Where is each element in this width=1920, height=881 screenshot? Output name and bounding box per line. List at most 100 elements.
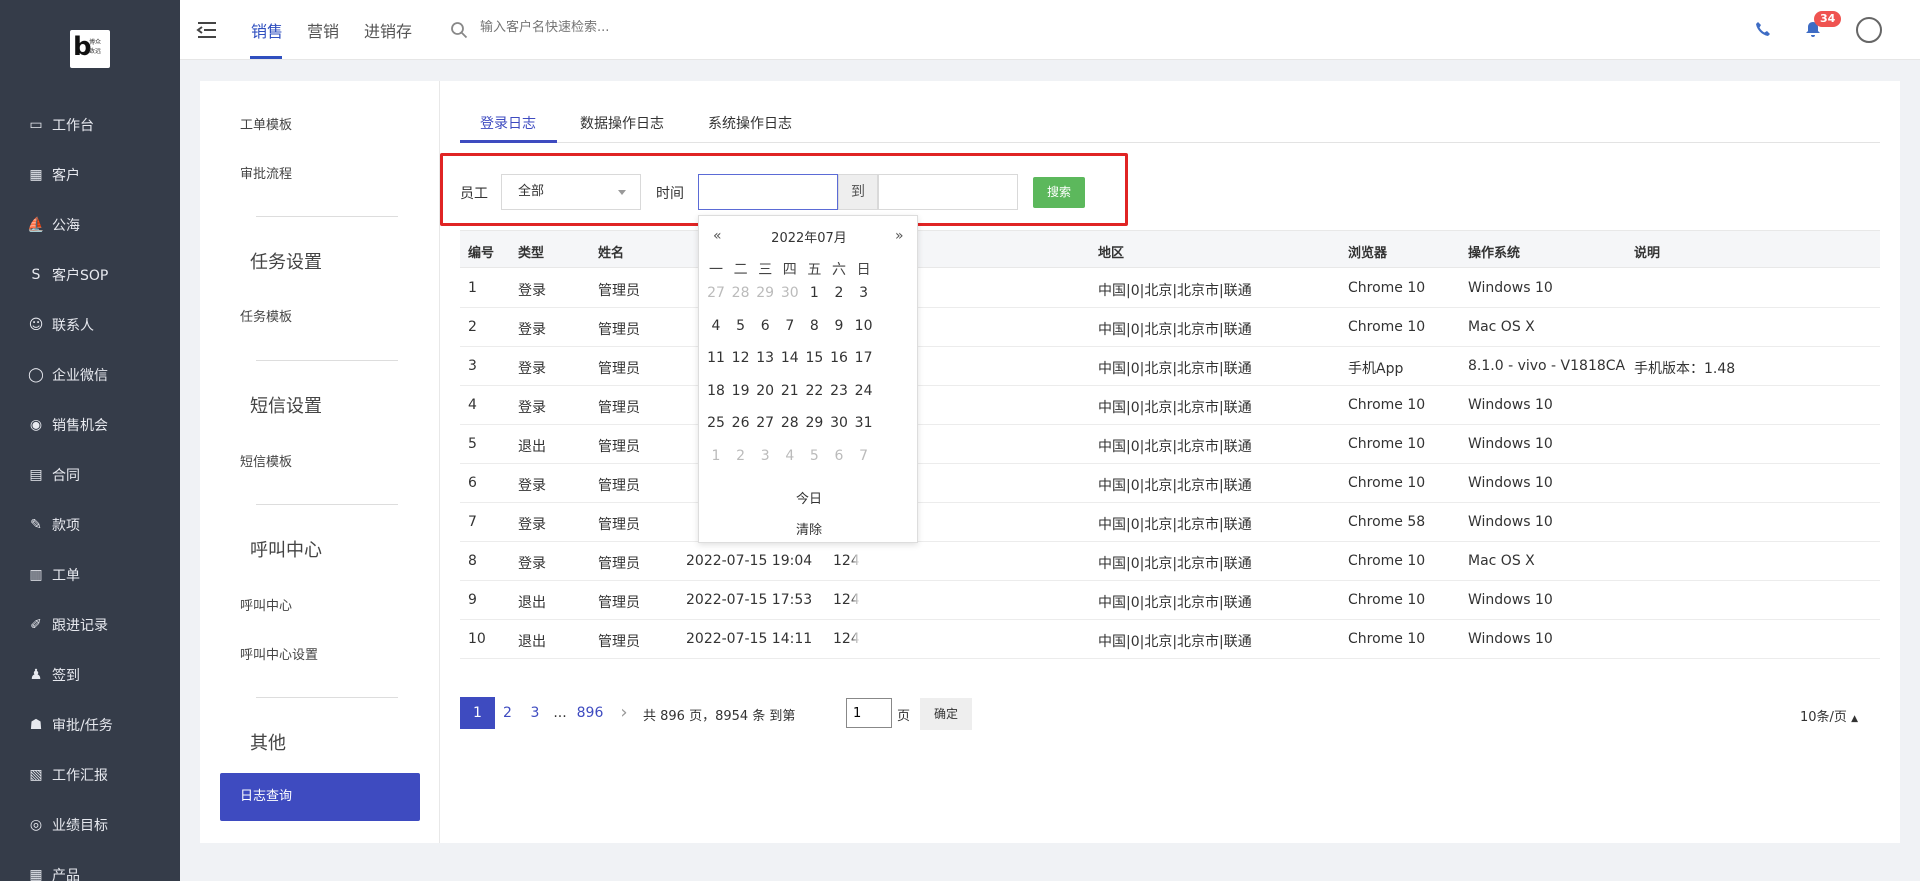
calendar-day[interactable]: 31	[849, 415, 879, 431]
top-tab-marketing[interactable]: 营销	[307, 18, 339, 42]
ticket-icon: ▥	[29, 567, 43, 583]
cell-region: 中国|0|北京|北京市|联通	[1098, 439, 1252, 455]
calendar-day[interactable]: 3	[849, 285, 879, 301]
calendar-day[interactable]: 7	[849, 448, 879, 464]
page-unit-label: 页	[897, 709, 911, 724]
page-button-3[interactable]: 3	[520, 697, 550, 729]
goto-page-input[interactable]	[846, 698, 892, 728]
top-tab-sales[interactable]: 销售	[251, 18, 283, 42]
sidebar-item-label: 客户	[52, 168, 80, 184]
cell-os: Windows 10	[1468, 631, 1553, 647]
clear-button[interactable]: 清除	[699, 519, 919, 538]
sidebar-item[interactable]: ✎ 款项	[0, 500, 180, 550]
cell-type: 登录	[518, 517, 546, 533]
grid-icon: ▦	[29, 867, 43, 881]
cell-os: Windows 10	[1468, 280, 1553, 296]
table-row[interactable]: 2登录管理员4中国|0|北京|北京市|联通Chrome 10Mac OS X	[460, 308, 1880, 347]
sidebar-item[interactable]: ◉ 销售机会	[0, 400, 180, 450]
top-tab-inventory[interactable]: 进销存	[364, 18, 412, 42]
sidebar-item[interactable]: ▥ 工单	[0, 550, 180, 600]
sidebar-item[interactable]: ▤ 合同	[0, 450, 180, 500]
top-bar: 销售 营销 进销存 34	[180, 0, 1920, 60]
tab-login-log[interactable]: 登录日志	[480, 113, 536, 133]
cell-time: 2022-07-15 14:11	[686, 631, 813, 647]
sidebar-item-label: 工作台	[52, 118, 94, 134]
table-row[interactable]: 10 退出 管理员 2022-07-15 14:11 124 中国|0|北京|北京市|联通…	[460, 620, 1880, 659]
cell-no: 10	[468, 631, 486, 647]
sidebar-item[interactable]: ▧ 工作汇报	[0, 750, 180, 800]
calendar-day[interactable]: 10	[849, 318, 879, 334]
building-icon: ▦	[29, 167, 43, 183]
menu-item-call-center-settings[interactable]: 呼叫中心设置	[240, 644, 318, 663]
sidebar-item[interactable]: ▭ 工作台	[0, 100, 180, 150]
start-date-input[interactable]	[698, 174, 838, 210]
table-row[interactable]: 6 登录 管理员 中国|0|北京|北京市|联通 Chrome 10 Windows 10	[460, 464, 1880, 503]
sidebar-item[interactable]: S 客户SOP	[0, 250, 180, 300]
sidebar-item[interactable]: ▦ 产品	[0, 850, 180, 881]
next-month-button[interactable]: »	[895, 228, 904, 244]
customer-search-input[interactable]	[480, 20, 760, 35]
today-button[interactable]: 今日	[699, 488, 919, 507]
page-size-select[interactable]: 10条/页 ▲	[1800, 706, 1858, 725]
table-row[interactable]: 7 登录 管理员 中国|0|北京|北京市|联通 Chrome 58 Windows 10	[460, 503, 1880, 542]
tab-system-operation-log[interactable]: 系统操作日志	[708, 113, 792, 133]
sidebar-item[interactable]: ♟ 签到	[0, 650, 180, 700]
money-bag-icon: ◉	[29, 417, 43, 433]
cell-no: 6	[468, 475, 477, 491]
pagination-summary: 共 896 页，8954 条 到第	[643, 709, 796, 724]
collapse-menu-icon[interactable]	[196, 20, 218, 40]
next-page-chevron-icon[interactable]: ›	[612, 697, 636, 729]
sidebar-item-label: 业绩目标	[52, 818, 108, 834]
tab-data-operation-log[interactable]: 数据操作日志	[580, 113, 664, 133]
page-button-1[interactable]: 1	[460, 697, 495, 729]
weekday-label: 日	[856, 262, 871, 278]
sidebar-item[interactable]: ☗ 审批/任务	[0, 700, 180, 750]
sidebar-item[interactable]: ☺ 联系人	[0, 300, 180, 350]
table-row[interactable]: 3 登录 管理员 中国|0|北京|北京市|联通 手机App 8.1.0 - vivo - …	[460, 347, 1880, 386]
phone-icon[interactable]	[1754, 20, 1772, 38]
cell-type: 登录	[518, 283, 546, 299]
menu-item-approval-flow[interactable]: 审批流程	[240, 163, 292, 182]
table-row[interactable]: 8 登录 管理员 2022-07-15 19:04 124 中国|0|北京|北京市|联通 C…	[460, 542, 1880, 581]
sidebar-item[interactable]: ◯ 企业微信	[0, 350, 180, 400]
redacted-ip-mask	[855, 628, 935, 650]
col-header: 说明	[1634, 246, 1661, 261]
table-row[interactable]: 4 登录 管理员 中国|0|北京|北京市|联通 Chrome 10 Windows 10	[460, 386, 1880, 425]
cell-os: Windows 10	[1468, 592, 1553, 608]
menu-item-sms-template[interactable]: 短信模板	[240, 451, 292, 470]
company-logo[interactable]: b 博众 致远	[70, 30, 110, 68]
user-avatar[interactable]	[1856, 17, 1882, 43]
employee-select[interactable]: 全部	[501, 174, 641, 210]
caret-up-icon: ▲	[1851, 714, 1858, 724]
cell-browser: Chrome 10	[1348, 436, 1426, 452]
sidebar-item-label: 客户SOP	[52, 268, 109, 284]
cell-no: 7	[468, 514, 477, 530]
search-button[interactable]: 搜索	[1033, 177, 1085, 208]
menu-item-log-query[interactable]: 日志查询	[220, 773, 420, 821]
menu-item-call-center[interactable]: 呼叫中心	[240, 595, 292, 614]
calendar-day[interactable]: 17	[849, 350, 879, 366]
cell-region: 中国|0|北京|北京市|联通	[1098, 322, 1252, 338]
cell-note: 手机版本：1.48	[1634, 361, 1736, 377]
table-header: 编号 类型 姓名 地区 浏览器 操作系统 说明	[460, 230, 1880, 268]
time-label: 时间	[656, 186, 684, 202]
menu-item-ticket-template[interactable]: 工单模板	[240, 114, 292, 133]
page-ellipsis: ...	[553, 705, 567, 721]
menu-divider	[256, 216, 398, 217]
end-date-input[interactable]	[878, 174, 1018, 210]
page-button-2[interactable]: 2	[495, 697, 520, 729]
table-row[interactable]: 9 退出 管理员 2022-07-15 17:53 124 中国|0|北京|北京市|联通 C…	[460, 581, 1880, 620]
page-button-last[interactable]: 896	[570, 697, 610, 729]
caret-down-icon	[618, 190, 626, 195]
table-row[interactable]: 1登录管理员4.0中国|0|北京|北京市|联通Chrome 10Windows …	[460, 269, 1880, 308]
sidebar-item[interactable]: ▦ 客户	[0, 150, 180, 200]
goto-confirm-button[interactable]: 确定	[920, 698, 972, 730]
sidebar-item[interactable]: ◎ 业绩目标	[0, 800, 180, 850]
sidebar-item[interactable]: ⛵ 公海	[0, 200, 180, 250]
cell-region: 中国|0|北京|北京市|联通	[1098, 517, 1252, 533]
menu-item-task-template[interactable]: 任务模板	[240, 306, 292, 325]
sidebar-item[interactable]: ✐ 跟进记录	[0, 600, 180, 650]
table-row[interactable]: 5 退出 管理员 中国|0|北京|北京市|联通 Chrome 10 Windows 10	[460, 425, 1880, 464]
calendar-day[interactable]: 24	[849, 383, 879, 399]
cell-type: 登录	[518, 478, 546, 494]
